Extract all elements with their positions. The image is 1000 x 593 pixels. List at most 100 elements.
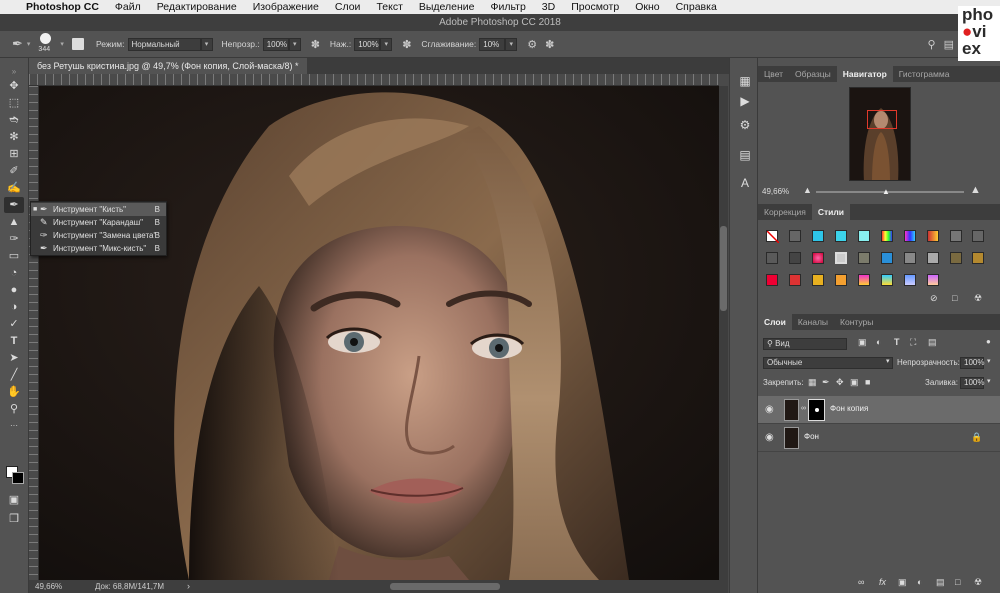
vertical-scrollbar[interactable] [719, 86, 728, 580]
background-color-swatch[interactable] [12, 472, 24, 484]
brush-tool-button-icon[interactable]: ✒ [4, 197, 24, 213]
type-tool-icon[interactable]: T [4, 333, 24, 349]
new-style-icon[interactable]: □ [952, 293, 957, 303]
style-swatch-none[interactable] [766, 230, 780, 244]
zoom-out-icon[interactable]: ▲ [803, 185, 812, 195]
delete-layer-icon[interactable]: ☢ [974, 577, 982, 588]
brush-size-dropdown-icon[interactable]: ▾ [60, 40, 64, 48]
eyedropper-tool-icon[interactable]: ✐ [4, 163, 24, 179]
brush-preset-picker[interactable]: 344 [36, 31, 56, 57]
style-swatch[interactable] [835, 274, 847, 286]
navigator-thumbnail[interactable] [849, 87, 911, 181]
new-group-icon[interactable]: ▤ [936, 577, 945, 588]
menu-app[interactable]: Photoshop CC [18, 1, 107, 13]
style-swatch[interactable] [789, 252, 801, 264]
history-panel-icon[interactable]: ▦ [736, 72, 754, 90]
filter-type-icon[interactable]: T [894, 337, 900, 347]
style-swatch[interactable] [904, 230, 916, 242]
style-swatch[interactable] [881, 274, 893, 286]
smoothing-input[interactable]: 10% [479, 37, 506, 51]
fill-dropdown-icon[interactable]: ▾ [987, 377, 991, 385]
properties-panel-icon[interactable]: ⚙ [736, 116, 754, 134]
menu-3d[interactable]: 3D [534, 1, 563, 13]
flyout-item-mixer-brush[interactable]: ✒ Инструмент "Микс-кисть" B [31, 242, 166, 255]
opacity-dropdown-icon[interactable]: ▾ [288, 37, 301, 51]
style-swatch[interactable] [789, 274, 801, 286]
layer-filter-select[interactable]: ⚲ Вид [763, 338, 847, 350]
style-swatch[interactable] [835, 230, 847, 242]
quick-select-tool-icon[interactable]: ✻ [4, 129, 24, 145]
flow-dropdown-icon[interactable]: ▾ [380, 37, 393, 51]
clone-stamp-tool-icon[interactable]: ▲ [4, 214, 24, 230]
style-swatch[interactable] [858, 252, 870, 264]
style-swatch[interactable] [881, 252, 893, 264]
style-swatch[interactable] [927, 230, 939, 242]
brush-tool-icon[interactable]: ✒ [12, 36, 23, 52]
style-swatch[interactable] [927, 252, 939, 264]
line-tool-icon[interactable]: ╱ [4, 367, 24, 383]
path-select-tool-icon[interactable]: ➤ [4, 350, 24, 366]
status-menu-arrow-icon[interactable]: › [187, 580, 190, 593]
mode-select[interactable]: Нормальный [127, 37, 201, 51]
flow-input[interactable]: 100% [354, 37, 381, 51]
new-layer-icon[interactable]: □ [955, 577, 960, 587]
fill-input[interactable]: 100% [960, 377, 984, 389]
filter-toggle-icon[interactable]: ● [986, 337, 991, 346]
lock-artboard-icon[interactable]: ▣ [850, 377, 859, 388]
tab-channels[interactable]: Каналы [792, 314, 834, 330]
menu-type[interactable]: Текст [368, 1, 410, 13]
move-tool-icon[interactable]: ✥ [4, 78, 24, 94]
style-swatch[interactable] [812, 274, 824, 286]
style-swatch[interactable] [812, 252, 824, 264]
airbrush-icon[interactable]: ✽ [402, 38, 411, 51]
navigator-zoom[interactable]: 49,66% [762, 187, 789, 196]
tab-adjustments[interactable]: Коррекция [758, 204, 812, 220]
zoom-in-icon[interactable]: ▲ [970, 184, 981, 196]
screen-mode-icon[interactable]: ❒ [4, 511, 24, 527]
menu-filter[interactable]: Фильтр [483, 1, 534, 13]
zoom-slider-handle-icon[interactable]: ▲ [882, 187, 890, 196]
status-zoom[interactable]: 49,66% [35, 580, 62, 593]
menu-window[interactable]: Окно [627, 1, 667, 13]
tab-swatches[interactable]: Образцы [789, 66, 837, 82]
tab-histogram[interactable]: Гистограмма [893, 66, 956, 82]
style-swatch[interactable] [972, 252, 984, 264]
paint-bucket-tool-icon[interactable]: ◔ [4, 265, 24, 281]
flyout-item-color-replacement[interactable]: ✑ Инструмент "Замена цвета" B [31, 229, 166, 242]
layer-name[interactable]: Фон копия [830, 404, 868, 413]
lock-all-icon[interactable]: ■ [865, 377, 870, 387]
blend-mode-dropdown-icon[interactable]: ▾ [886, 357, 890, 365]
style-swatch[interactable] [835, 252, 847, 264]
style-swatch[interactable] [789, 230, 801, 242]
layer-row-fon[interactable]: ◉ Фон 🔒 [758, 424, 1000, 452]
vertical-scroll-thumb[interactable] [720, 226, 727, 311]
visibility-eye-icon[interactable]: ◉ [765, 432, 774, 443]
style-swatch[interactable] [881, 230, 893, 242]
lock-transparent-icon[interactable]: ▦ [808, 377, 817, 388]
style-swatch[interactable] [766, 274, 778, 286]
style-swatch[interactable] [950, 230, 962, 242]
healing-brush-tool-icon[interactable]: ✍ [4, 180, 24, 196]
crop-tool-icon[interactable]: ⊞ [4, 146, 24, 162]
pen-tool-icon[interactable]: ✓ [4, 316, 24, 332]
tool-preset-dropdown-icon[interactable]: ▾ [27, 40, 31, 48]
character-panel-icon[interactable]: A [736, 174, 754, 192]
smoothing-options-gear-icon[interactable]: ⚙ [527, 38, 537, 51]
style-swatch[interactable] [766, 252, 778, 264]
menu-help[interactable]: Справка [668, 1, 725, 13]
menu-image[interactable]: Изображение [245, 1, 327, 13]
layer-opacity-dropdown-icon[interactable]: ▾ [987, 357, 991, 365]
document-canvas[interactable] [39, 86, 719, 580]
document-tab[interactable]: без Ретушь кристина.jpg @ 49,7% (Фон коп… [29, 58, 307, 74]
tab-layers[interactable]: Слои [758, 314, 792, 330]
blur-tool-icon[interactable]: ● [4, 282, 24, 298]
flyout-item-pencil[interactable]: ✎ Инструмент "Карандаш" B [31, 216, 166, 229]
eraser-tool-icon[interactable]: ▭ [4, 248, 24, 264]
style-swatch[interactable] [858, 274, 870, 286]
navigator-view-rect[interactable] [867, 110, 897, 129]
pressure-size-icon[interactable]: ✽ [545, 38, 554, 51]
mode-dropdown-icon[interactable]: ▾ [200, 37, 213, 51]
tab-styles[interactable]: Стили [811, 204, 850, 220]
menu-view[interactable]: Просмотр [563, 1, 627, 13]
link-layers-icon[interactable]: ∞ [858, 577, 864, 587]
